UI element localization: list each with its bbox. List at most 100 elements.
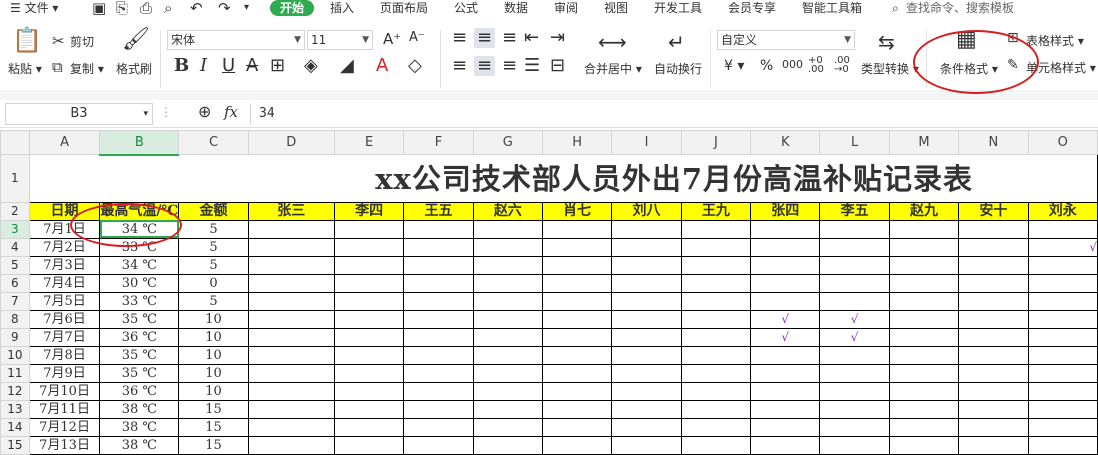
person-cell[interactable]: [333, 219, 405, 239]
percent-icon[interactable]: %: [760, 58, 773, 74]
tab-view[interactable]: 视图: [604, 0, 628, 22]
copy-icon[interactable]: ⧉: [52, 58, 63, 76]
row-header[interactable]: 10: [0, 345, 30, 365]
column-header-n[interactable]: N: [958, 130, 1029, 155]
wrap-text-icon[interactable]: ↵: [668, 30, 685, 54]
person-cell[interactable]: [1027, 291, 1098, 311]
merge-center-button[interactable]: 合并居中 ▾: [584, 60, 642, 77]
person-cell[interactable]: [541, 291, 613, 311]
align-center-icon[interactable]: ≡: [474, 56, 496, 76]
person-cell[interactable]: [333, 381, 405, 401]
paste-button[interactable]: 粘贴 ▾: [8, 60, 42, 77]
person-cell[interactable]: [1027, 219, 1098, 239]
person-cell[interactable]: [541, 219, 613, 239]
person-cell[interactable]: [541, 273, 613, 293]
person-cell[interactable]: [611, 273, 682, 293]
date-cell[interactable]: 7月13日: [28, 435, 101, 455]
amount-cell[interactable]: 15: [178, 399, 249, 419]
person-cell[interactable]: [541, 255, 613, 275]
command-search[interactable]: 查找命令、搜索模板: [906, 0, 1014, 22]
person-cell[interactable]: [888, 255, 960, 275]
person-cell[interactable]: [750, 237, 821, 257]
person-cell[interactable]: [888, 417, 960, 437]
person-cell[interactable]: [541, 309, 613, 329]
person-cell[interactable]: [541, 237, 613, 257]
person-cell[interactable]: [611, 435, 682, 455]
person-cell[interactable]: [611, 291, 682, 311]
bold-icon[interactable]: B: [174, 56, 189, 76]
person-cell[interactable]: [611, 237, 682, 257]
temperature-cell[interactable]: 33 ℃: [99, 237, 180, 257]
row-header[interactable]: 11: [0, 363, 30, 383]
date-cell[interactable]: 7月7日: [28, 327, 101, 347]
person-cell[interactable]: [247, 309, 335, 329]
person-cell[interactable]: [680, 219, 752, 239]
currency-icon[interactable]: ¥ ▾: [724, 58, 744, 74]
person-cell[interactable]: [958, 417, 1029, 437]
formula-input[interactable]: 34: [250, 103, 1098, 125]
row-header[interactable]: 14: [0, 417, 30, 437]
temperature-cell[interactable]: 38 ℃: [99, 435, 180, 455]
person-cell[interactable]: [611, 219, 682, 239]
person-cell[interactable]: [333, 417, 405, 437]
row-header[interactable]: 15: [0, 435, 30, 455]
person-cell[interactable]: [541, 381, 613, 401]
person-cell[interactable]: [333, 345, 405, 365]
person-cell[interactable]: [888, 363, 960, 383]
amount-cell[interactable]: 10: [178, 381, 249, 401]
person-cell[interactable]: [680, 417, 752, 437]
person-cell[interactable]: [750, 417, 821, 437]
person-cell[interactable]: [750, 399, 821, 419]
row-header[interactable]: 12: [0, 381, 30, 401]
date-cell[interactable]: 7月9日: [28, 363, 101, 383]
decrease-indent-icon[interactable]: ⇤: [524, 28, 539, 48]
person-cell[interactable]: √: [750, 327, 821, 347]
person-cell[interactable]: [403, 435, 474, 455]
person-cell[interactable]: [247, 291, 335, 311]
header-cell[interactable]: 李四: [333, 201, 405, 221]
person-cell[interactable]: [680, 381, 752, 401]
temperature-cell[interactable]: 36 ℃: [99, 327, 180, 347]
person-cell[interactable]: [1027, 345, 1098, 365]
increase-decimal-icon[interactable]: +0.00: [808, 56, 824, 75]
amount-cell[interactable]: 5: [178, 237, 249, 257]
person-cell[interactable]: [819, 399, 890, 419]
person-cell[interactable]: [472, 309, 544, 329]
save-icon[interactable]: ▣: [92, 0, 106, 16]
column-header-i[interactable]: I: [611, 130, 682, 155]
person-cell[interactable]: [247, 417, 335, 437]
person-cell[interactable]: [888, 273, 960, 293]
person-cell[interactable]: [1027, 363, 1098, 383]
person-cell[interactable]: [403, 345, 474, 365]
person-cell[interactable]: [958, 237, 1029, 257]
print-preview-icon[interactable]: ⌕: [164, 0, 172, 16]
temperature-cell[interactable]: 34 ℃: [99, 255, 180, 275]
person-cell[interactable]: [958, 435, 1029, 455]
person-cell[interactable]: [680, 327, 752, 347]
amount-cell[interactable]: 0: [178, 273, 249, 293]
person-cell[interactable]: [888, 399, 960, 419]
header-cell[interactable]: 张四: [750, 201, 821, 221]
font-name-select[interactable]: 宋体 ▼: [167, 30, 305, 50]
print-icon[interactable]: ⎙: [140, 0, 152, 16]
person-cell[interactable]: [819, 417, 890, 437]
row-header[interactable]: 13: [0, 399, 30, 419]
row-header[interactable]: 8: [0, 309, 30, 329]
person-cell[interactable]: [333, 255, 405, 275]
align-middle-icon[interactable]: ≡: [474, 28, 496, 48]
italic-icon[interactable]: I: [200, 56, 207, 76]
person-cell[interactable]: [472, 381, 544, 401]
amount-cell[interactable]: 10: [178, 309, 249, 329]
amount-cell[interactable]: 10: [178, 363, 249, 383]
person-cell[interactable]: [958, 309, 1029, 329]
person-cell[interactable]: [403, 291, 474, 311]
person-cell[interactable]: [247, 435, 335, 455]
date-cell[interactable]: 7月1日: [28, 219, 101, 239]
person-cell[interactable]: [472, 363, 544, 383]
tab-page-layout[interactable]: 页面布局: [380, 0, 428, 22]
column-header-k[interactable]: K: [750, 130, 821, 155]
person-cell[interactable]: [541, 327, 613, 347]
font-size-select[interactable]: 11 ▼: [307, 30, 373, 50]
row-header[interactable]: 4: [0, 237, 30, 257]
increase-indent-icon[interactable]: ⇥: [550, 28, 565, 48]
